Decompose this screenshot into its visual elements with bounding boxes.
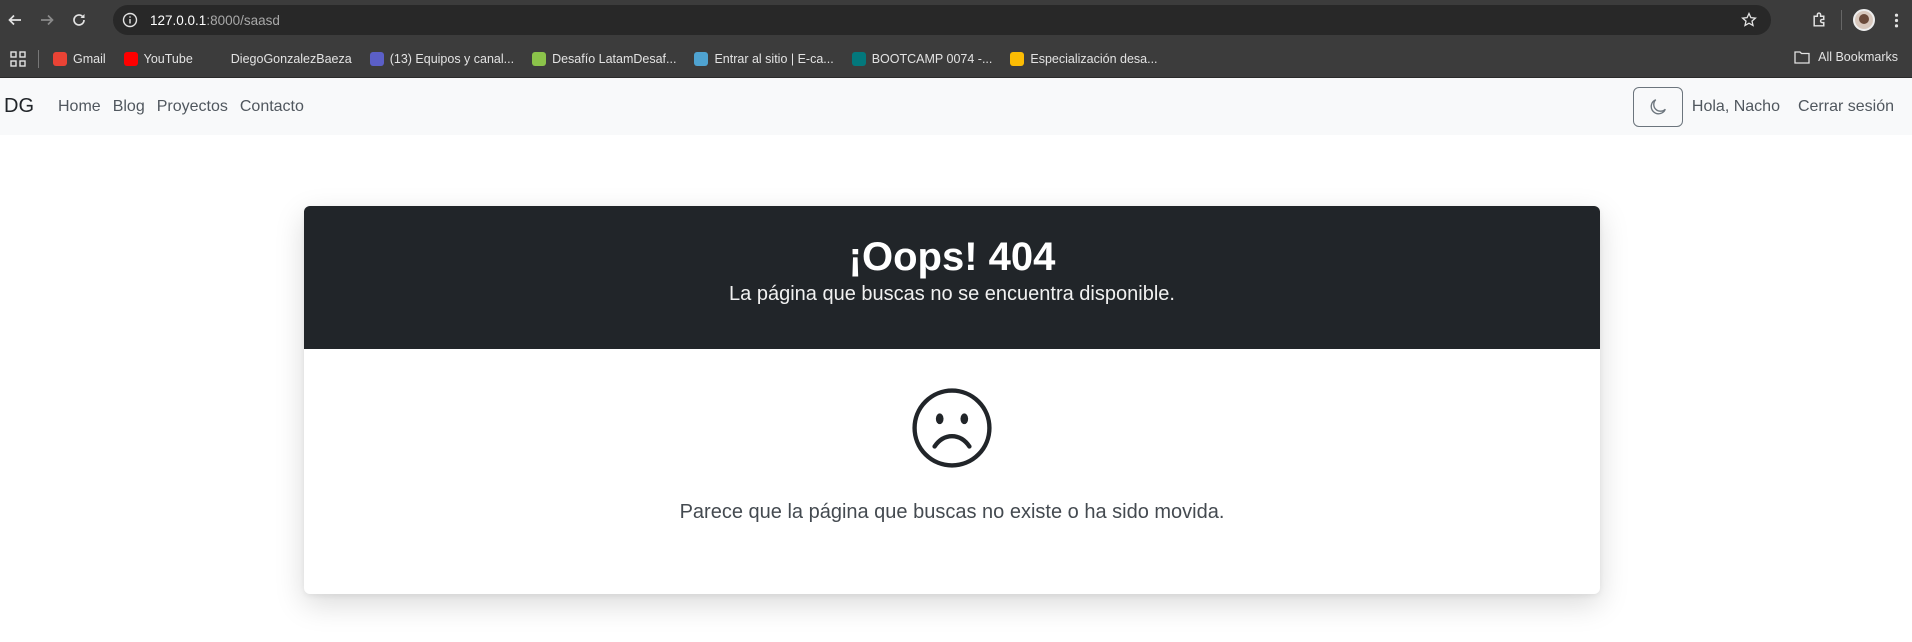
bookmark-favicon-icon bbox=[532, 51, 547, 66]
all-bookmarks-button[interactable]: All Bookmarks bbox=[1794, 50, 1898, 64]
nav-link-blog[interactable]: Blog bbox=[113, 98, 145, 116]
error-message: Parece que la página que buscas no exist… bbox=[679, 501, 1225, 523]
bookmark-item[interactable]: YouTube bbox=[123, 51, 193, 66]
bookmark-favicon-icon bbox=[851, 51, 866, 66]
site-info-icon[interactable] bbox=[122, 12, 138, 28]
bookmark-item[interactable]: DiegoGonzalezBaeza bbox=[210, 51, 352, 66]
site-navbar: DG Home Blog Proyectos Contacto Hola, Na… bbox=[0, 78, 1912, 135]
bookmark-label: (13) Equipos y canal... bbox=[389, 51, 515, 66]
error-card: ¡Oops! 404 La página que buscas no se en… bbox=[304, 206, 1600, 594]
moon-icon bbox=[1650, 98, 1666, 114]
bookmark-item[interactable]: Gmail bbox=[53, 51, 106, 66]
arrow-right-icon bbox=[41, 14, 54, 26]
bookmarks-bar: Gmail YouTube DiegoGonzalezBaeza (13) Equip… bbox=[0, 40, 1912, 78]
bookmark-favicon-icon bbox=[1010, 51, 1025, 66]
bookmark-favicon-icon bbox=[694, 51, 709, 66]
url-text: 127.0.0.1:8000/saasd bbox=[150, 13, 280, 28]
bookmark-label: Especialización desa... bbox=[1030, 51, 1158, 66]
bookmark-label: Gmail bbox=[73, 51, 106, 66]
apps-grid-icon[interactable] bbox=[10, 50, 26, 67]
forward-button[interactable] bbox=[32, 5, 62, 35]
brand-logo[interactable]: DG bbox=[4, 95, 34, 118]
bookmark-item[interactable]: Desafío LatamDesaf... bbox=[532, 51, 677, 66]
profile-button[interactable] bbox=[1848, 4, 1880, 36]
puzzle-icon bbox=[1812, 11, 1824, 27]
reload-button[interactable] bbox=[64, 5, 94, 35]
extensions-button[interactable] bbox=[1803, 4, 1835, 36]
error-title: ¡Oops! 404 bbox=[848, 235, 1056, 279]
bookmark-label: Entrar al sitio | E-ca... bbox=[714, 51, 834, 66]
bookmark-label: Desafío LatamDesaf... bbox=[552, 51, 677, 66]
avatar bbox=[1853, 9, 1875, 31]
url-host: 127.0.0.1 bbox=[150, 12, 207, 28]
bookmark-star-icon[interactable] bbox=[1741, 11, 1757, 28]
error-card-body: Parece que la página que buscas no exist… bbox=[304, 349, 1600, 524]
bookmark-label: DiegoGonzalezBaeza bbox=[230, 51, 352, 66]
error-card-header: ¡Oops! 404 La página que buscas no se en… bbox=[304, 206, 1600, 349]
bookmark-favicon-icon bbox=[53, 51, 67, 66]
nav-link-proyectos[interactable]: Proyectos bbox=[157, 98, 228, 116]
reload-icon bbox=[73, 14, 85, 26]
bookmark-item[interactable]: Entrar al sitio | E-ca... bbox=[694, 51, 834, 66]
bookmark-item[interactable]: BOOTCAMP 0074 -... bbox=[851, 51, 993, 66]
back-button[interactable] bbox=[0, 5, 30, 35]
bookmark-favicon-icon bbox=[210, 51, 225, 66]
bookmark-list: Gmail YouTube DiegoGonzalezBaeza (13) Equip… bbox=[53, 51, 1176, 66]
kebab-menu-icon bbox=[1894, 13, 1898, 27]
nav-link-contacto[interactable]: Contacto bbox=[240, 98, 304, 116]
sad-face-icon bbox=[912, 388, 992, 468]
logout-link[interactable]: Cerrar sesión bbox=[1798, 98, 1894, 116]
address-bar[interactable]: 127.0.0.1:8000/saasd bbox=[113, 5, 1771, 35]
toolbar-divider bbox=[1841, 10, 1842, 30]
menu-button[interactable] bbox=[1880, 4, 1912, 36]
bookmark-item[interactable]: Especialización desa... bbox=[1010, 51, 1158, 66]
url-path: :8000/saasd bbox=[206, 12, 280, 28]
bookmark-item[interactable]: (13) Equipos y canal... bbox=[369, 51, 515, 66]
bookmark-label: YouTube bbox=[143, 51, 193, 66]
nav-link-home[interactable]: Home bbox=[58, 98, 101, 116]
user-greeting[interactable]: Hola, Nacho bbox=[1692, 98, 1780, 116]
theme-toggle-button[interactable] bbox=[1632, 86, 1683, 127]
bookmarks-divider bbox=[38, 49, 39, 68]
error-subtitle: La página que buscas no se encuentra dis… bbox=[729, 283, 1175, 305]
bookmark-label: BOOTCAMP 0074 -... bbox=[871, 51, 993, 66]
browser-toolbar: 127.0.0.1:8000/saasd bbox=[0, 0, 1912, 40]
bookmark-favicon-icon bbox=[369, 51, 384, 66]
folder-icon bbox=[1794, 51, 1810, 64]
bookmark-favicon-icon bbox=[123, 51, 138, 66]
all-bookmarks-label: All Bookmarks bbox=[1818, 50, 1898, 64]
arrow-left-icon bbox=[8, 14, 21, 26]
